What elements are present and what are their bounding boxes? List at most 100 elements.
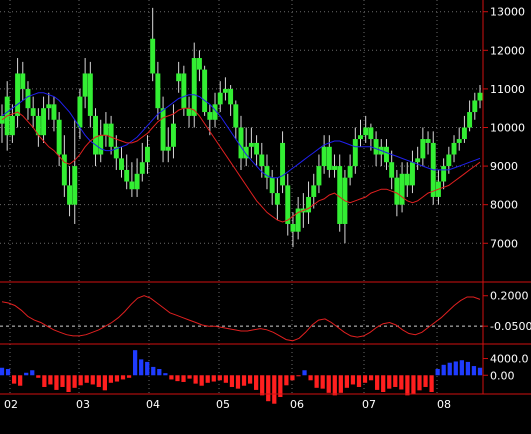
candle-body	[404, 173, 410, 186]
histogram-bar-negative	[399, 375, 404, 390]
histogram-bar-negative	[290, 375, 295, 381]
candle-body	[472, 100, 478, 113]
candle-body	[337, 166, 343, 224]
price-tick-label: 13000	[490, 6, 525, 19]
histogram-bar-negative	[175, 375, 180, 382]
histogram-bar-negative	[356, 375, 362, 387]
histogram-bar-negative	[187, 375, 192, 379]
histogram-bar-negative	[362, 375, 368, 383]
candle-body	[274, 193, 280, 205]
candle-body	[269, 177, 275, 194]
price-tick-label: 12000	[490, 44, 525, 57]
histogram-bar-negative	[350, 375, 356, 385]
candle-body	[415, 158, 421, 163]
candle-body	[425, 139, 431, 143]
x-tick-label: 07	[362, 398, 376, 411]
histogram-bar-positive	[477, 367, 483, 376]
histogram-bar-negative	[235, 375, 241, 389]
histogram-bar-negative	[60, 375, 65, 387]
histogram-bar-negative	[308, 375, 313, 381]
candle-body	[409, 162, 415, 186]
histogram-bar-positive	[441, 364, 446, 376]
oscillator-tick-label: 0.2000	[490, 290, 529, 303]
histogram-bar-negative	[254, 375, 259, 390]
histogram-bar-negative	[405, 375, 410, 396]
histogram-bar-negative	[411, 375, 416, 395]
histogram-bar-negative	[375, 375, 380, 390]
candle-body	[145, 146, 150, 163]
oscillator-tick-label: -0.0500	[490, 320, 531, 333]
histogram-bar-negative	[417, 375, 422, 391]
histogram-bar-negative	[260, 375, 265, 396]
candle-body	[61, 154, 67, 186]
histogram-tick-label: 0.00	[490, 369, 515, 382]
histogram-tick-label: 4000.0	[490, 353, 529, 366]
candle-body	[332, 166, 337, 170]
candle-body	[347, 166, 353, 178]
candle-body	[196, 58, 202, 70]
histogram-bar-positive	[435, 369, 440, 376]
candle-body	[93, 115, 98, 155]
candle-body	[420, 139, 426, 159]
candle-body	[170, 123, 176, 147]
histogram-bar-negative	[338, 375, 343, 393]
histogram-bar-negative	[314, 375, 319, 388]
histogram-bar-positive	[447, 362, 452, 376]
candle-body	[238, 127, 244, 159]
histogram-bar-positive	[302, 370, 307, 376]
candle-body	[389, 162, 395, 178]
candle-body	[228, 88, 234, 105]
histogram-bar-negative	[84, 375, 89, 383]
histogram-bar-positive	[0, 367, 5, 376]
histogram-bar-negative	[332, 375, 337, 396]
histogram-bar-positive	[24, 372, 29, 376]
histogram-bar-negative	[326, 375, 331, 393]
histogram-bar-negative	[229, 375, 235, 387]
histogram-bar-negative	[72, 375, 77, 388]
histogram-bar-negative	[114, 375, 120, 382]
histogram-bar-negative	[320, 375, 325, 389]
histogram-bar-negative	[78, 375, 83, 386]
candle-body	[384, 146, 389, 163]
histogram-bar-negative	[193, 375, 198, 384]
histogram-bar-negative	[169, 375, 174, 380]
candle-body	[321, 146, 327, 167]
candle-body	[25, 88, 31, 109]
candle-body	[129, 181, 135, 190]
price-tick-label: 11000	[490, 83, 525, 96]
candle-body	[280, 142, 286, 186]
histogram-bar-negative	[11, 375, 17, 384]
candle-body	[456, 139, 462, 143]
histogram-bar-negative	[126, 375, 132, 378]
histogram-bar-positive	[145, 361, 150, 376]
histogram-bar-negative	[393, 375, 398, 387]
price-tick-label: 9000	[490, 160, 518, 173]
candle-body	[150, 38, 156, 74]
candle-body	[124, 169, 130, 182]
candle-body	[103, 123, 109, 136]
candle-body	[311, 185, 317, 197]
candle-body	[72, 166, 78, 205]
histogram-bar-negative	[423, 375, 428, 387]
candle-body	[306, 196, 312, 213]
price-tick-label: 8000	[490, 199, 518, 212]
candle-body	[119, 158, 124, 170]
candle-body	[108, 123, 114, 147]
x-tick-label: 02	[4, 398, 18, 411]
candle-body	[358, 135, 363, 140]
histogram-bar-negative	[344, 375, 350, 388]
candle-body	[352, 139, 358, 167]
histogram-bar-positive	[459, 360, 464, 376]
candle-body	[160, 108, 166, 151]
candle-body	[316, 166, 322, 186]
price-tick-label: 10000	[490, 121, 525, 134]
histogram-bar-positive	[471, 366, 477, 376]
candle-body	[20, 73, 26, 89]
candle-body	[285, 185, 291, 224]
histogram-bar-positive	[453, 361, 458, 376]
candle-body	[217, 92, 223, 105]
histogram-bar-positive	[5, 369, 11, 376]
histogram-bar-negative	[272, 375, 277, 404]
stock-chart: 7000 8000 9000 10000 11000 12000 13000 0.2000 -0…	[0, 0, 531, 434]
histogram-bar-positive	[30, 370, 35, 376]
